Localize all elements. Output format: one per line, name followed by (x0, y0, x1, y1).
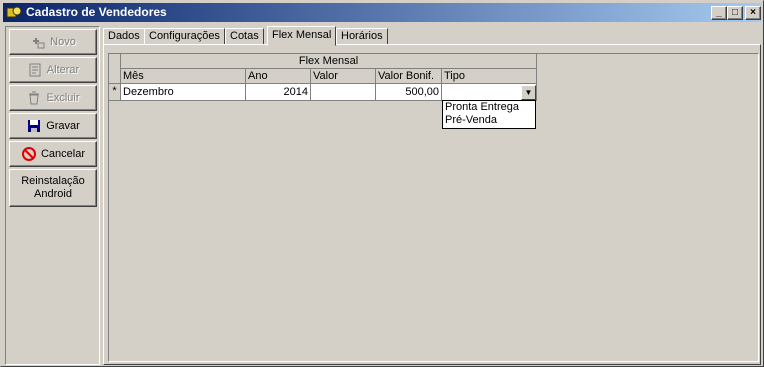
title-bar[interactable]: Cadastro de Vendedores _ □ × (3, 3, 761, 22)
main-window: Cadastro de Vendedores _ □ × Novo Altera… (0, 0, 764, 367)
app-icon (6, 6, 22, 18)
alterar-button[interactable]: Alterar (9, 57, 97, 83)
flex-mensal-grid: * Flex Mensal Mês Ano Valor Valor Bonif.… (108, 53, 759, 362)
maximize-button[interactable]: □ (727, 6, 743, 20)
cell-valor-bonif[interactable]: 500,00 (376, 84, 442, 101)
trash-icon (29, 91, 40, 105)
chevron-down-icon: ▼ (524, 88, 533, 97)
grid-corner (109, 54, 121, 84)
reinstalacao-label-line2: Android (34, 188, 72, 200)
column-header-valor-bonif[interactable]: Valor Bonif. (376, 69, 442, 84)
cell-mes[interactable]: Dezembro (121, 84, 246, 101)
gravar-button[interactable]: Gravar (9, 113, 97, 139)
tab-horarios[interactable]: Horários (336, 28, 388, 45)
tipo-option-pronta-entrega[interactable]: Pronta Entrega (443, 101, 535, 114)
tab-dados[interactable]: Dados (103, 28, 145, 45)
column-header-ano[interactable]: Ano (246, 69, 311, 84)
gravar-label: Gravar (46, 120, 80, 132)
reinstalacao-android-button[interactable]: Reinstalação Android (9, 169, 97, 207)
tab-configuracoes[interactable]: Configurações (144, 28, 225, 45)
minimize-button[interactable]: _ (711, 6, 727, 20)
tab-cotas[interactable]: Cotas (225, 28, 264, 45)
cancelar-label: Cancelar (40, 148, 86, 160)
excluir-button[interactable]: Excluir (9, 85, 97, 111)
tipo-option-pre-venda[interactable]: Pré-Venda (443, 114, 535, 127)
cancel-icon (21, 147, 36, 161)
cancelar-button[interactable]: Cancelar (9, 141, 97, 167)
flex-mensal-page: * Flex Mensal Mês Ano Valor Valor Bonif.… (103, 44, 761, 365)
cell-ano[interactable]: 2014 (246, 84, 311, 101)
new-icon (33, 38, 45, 49)
tipo-dropdown-list: Pronta Entrega Pré-Venda (442, 100, 536, 129)
column-header-valor[interactable]: Valor (311, 69, 376, 84)
tipo-dropdown-button[interactable]: ▼ (521, 85, 536, 100)
novo-label: Novo (50, 36, 76, 48)
alterar-label: Alterar (46, 64, 80, 76)
close-button[interactable]: × (745, 6, 761, 20)
novo-button[interactable]: Novo (9, 29, 97, 55)
column-header-tipo[interactable]: Tipo (442, 69, 537, 84)
cell-valor[interactable] (311, 84, 376, 101)
action-panel: Novo Alterar Excluir Gravar Cancelar Rei… (5, 26, 100, 365)
tab-flex-mensal[interactable]: Flex Mensal (267, 26, 337, 46)
row-indicator: * (109, 84, 121, 101)
save-icon (28, 120, 41, 132)
column-header-mes[interactable]: Mês (121, 69, 246, 84)
edit-icon (29, 63, 41, 77)
reinstalacao-label-line1: Reinstalação (21, 175, 85, 187)
window-title: Cadastro de Vendedores (26, 5, 167, 19)
excluir-label: Excluir (46, 92, 80, 104)
group-header: Flex Mensal (121, 54, 537, 69)
